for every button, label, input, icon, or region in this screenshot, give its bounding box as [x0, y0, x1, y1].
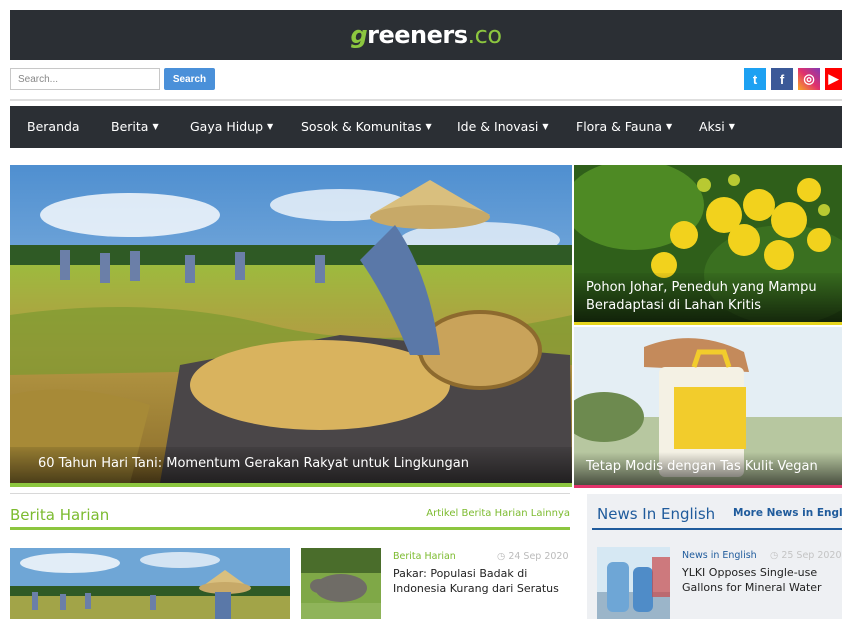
nav-item-beranda[interactable]: Beranda	[27, 119, 80, 134]
instagram-icon[interactable]: ◎	[798, 68, 820, 90]
chevron-down-icon: ▼	[666, 122, 673, 131]
rice-farmer-thumbnail	[10, 548, 290, 619]
logo-tld: .co	[467, 21, 503, 49]
nav-item-label: Ide & Inovasi	[457, 119, 539, 134]
clock-icon: ◷	[497, 551, 509, 562]
nav-item-aksi[interactable]: Aksi ▼	[699, 119, 735, 134]
news-in-english-title: News In English	[597, 505, 716, 523]
article-date-text: 24 Sep 2020	[508, 551, 569, 562]
berita-harian-title: Berita Harian	[10, 506, 110, 524]
youtube-icon[interactable]: ▶	[825, 68, 842, 90]
news-in-english-more-link[interactable]: More News in English	[733, 507, 842, 519]
nav-item-flora-fauna[interactable]: Flora & Fauna ▼	[576, 119, 672, 134]
water-gallon-thumbnail	[597, 547, 670, 619]
nav-item-label: Sosok & Komunitas	[301, 119, 422, 134]
featured-main-accent	[10, 483, 572, 487]
section-divider	[10, 493, 570, 494]
main-nav: Beranda Berita ▼ Gaya Hidup ▼ Sosok & Komu…	[10, 106, 842, 148]
berita-harian-more-link[interactable]: Artikel Berita Harian Lainnya	[426, 508, 570, 519]
featured-side-article-1[interactable]: Pohon Johar, Peneduh yang Mampu Beradapt…	[574, 165, 842, 323]
chevron-down-icon: ▼	[152, 122, 159, 131]
twitter-icon[interactable]: t	[744, 68, 766, 90]
nav-item-berita[interactable]: Berita ▼	[111, 119, 159, 134]
article-category[interactable]: Berita Harian	[393, 551, 456, 562]
featured-side-2-accent	[574, 485, 842, 488]
search-input[interactable]	[10, 68, 160, 90]
page: greeners.co Search t f ◎ ▶ Beranda Berit…	[0, 0, 842, 619]
nav-item-label: Berita	[111, 119, 149, 134]
header-bar: greeners.co	[10, 10, 842, 60]
featured-main-article[interactable]: 60 Tahun Hari Tani: Momentum Gerakan Rak…	[10, 165, 572, 483]
chevron-down-icon: ▼	[267, 122, 274, 131]
article-date: ◷ 24 Sep 2020	[497, 551, 569, 562]
facebook-icon[interactable]: f	[771, 68, 793, 90]
social-links: t f ◎ ▶	[744, 68, 842, 90]
chevron-down-icon: ▼	[425, 122, 432, 131]
logo-letter-g: g	[350, 21, 368, 49]
news-in-english-underline	[592, 528, 842, 530]
nav-item-sosok-komunitas[interactable]: Sosok & Komunitas ▼	[301, 119, 432, 134]
featured-main-caption[interactable]: 60 Tahun Hari Tani: Momentum Gerakan Rak…	[10, 447, 572, 483]
rice-farmer-image	[10, 165, 572, 483]
article-title[interactable]: YLKI Opposes Single-use Gallons for Mine…	[682, 565, 837, 595]
featured-side-1-accent	[574, 322, 842, 325]
article-thumbnail[interactable]	[597, 547, 670, 619]
featured-side-caption-2[interactable]: Tetap Modis dengan Tas Kulit Vegan	[574, 452, 842, 485]
article-date-text: 25 Sep 2020	[781, 550, 842, 561]
logo-text: reeners	[367, 21, 468, 49]
clock-icon: ◷	[770, 550, 782, 561]
nav-item-label: Gaya Hidup	[190, 119, 264, 134]
featured-side-article-2[interactable]: Tetap Modis dengan Tas Kulit Vegan	[574, 327, 842, 485]
search-row: Search t f ◎ ▶	[10, 66, 842, 94]
article-date: ◷ 25 Sep 2020	[770, 550, 842, 561]
featured-side-caption-1[interactable]: Pohon Johar, Peneduh yang Mampu Beradapt…	[574, 273, 842, 323]
nav-item-ide-inovasi[interactable]: Ide & Inovasi ▼	[457, 119, 548, 134]
berita-harian-underline	[10, 527, 570, 530]
site-logo[interactable]: greeners.co	[350, 21, 503, 49]
chevron-down-icon: ▼	[728, 122, 735, 131]
berita-harian-lead-thumbnail[interactable]	[10, 548, 290, 619]
header-divider	[10, 99, 842, 101]
search-button[interactable]: Search	[164, 68, 215, 90]
nav-item-gaya-hidup[interactable]: Gaya Hidup ▼	[190, 119, 273, 134]
rhino-thumbnail	[301, 548, 381, 619]
article-category[interactable]: News in English	[682, 550, 757, 561]
nav-item-label: Flora & Fauna	[576, 119, 663, 134]
nav-item-label: Beranda	[27, 119, 80, 134]
article-thumbnail[interactable]	[301, 548, 381, 619]
nav-item-label: Aksi	[699, 119, 725, 134]
article-title[interactable]: Pakar: Populasi Badak di Indonesia Kuran…	[393, 566, 568, 596]
chevron-down-icon: ▼	[542, 122, 549, 131]
